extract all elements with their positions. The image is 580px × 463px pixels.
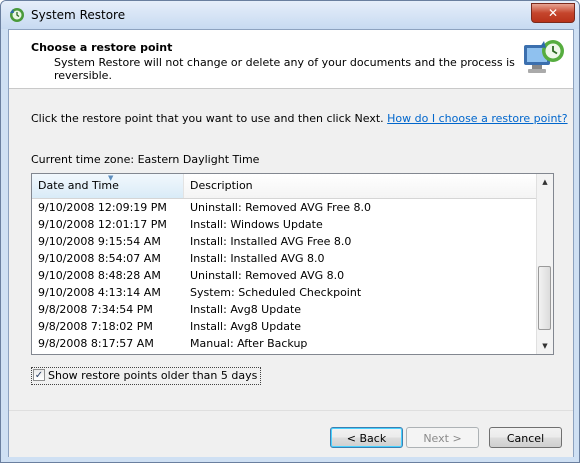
description-cell: Install: Avg8 Update <box>190 320 302 333</box>
window-title: System Restore <box>31 8 126 22</box>
system-restore-window: System Restore ✕ Choose a restore point … <box>0 0 580 463</box>
restore-computer-icon <box>524 40 564 73</box>
table-row[interactable]: 9/10/2008 8:54:07 AM Install: Installed A… <box>32 250 537 267</box>
date-cell: 9/8/2008 7:18:02 PM <box>38 320 153 333</box>
show-older-label[interactable]: Show restore points older than 5 days <box>48 368 257 383</box>
date-cell: 9/10/2008 9:15:54 AM <box>38 235 161 248</box>
scroll-up-arrow-icon[interactable]: ▲ <box>537 174 553 190</box>
description-cell: Uninstall: Removed AVG 8.0 <box>190 269 345 282</box>
cancel-button[interactable]: Cancel <box>489 427 562 448</box>
back-button[interactable]: < Back <box>330 427 403 448</box>
description-cell: System: Scheduled Checkpoint <box>190 286 362 299</box>
dialog-header: Choose a restore point System Restore wi… <box>9 30 573 89</box>
sort-indicator-icon: ▼ <box>108 174 114 182</box>
title-bar[interactable]: System Restore ✕ <box>1 1 579 29</box>
scrollbar-thumb[interactable] <box>538 266 551 330</box>
date-cell: 9/10/2008 4:13:14 AM <box>38 286 161 299</box>
table-row[interactable]: 9/10/2008 8:48:28 AM Uninstall: Removed A… <box>32 267 537 284</box>
list-header: ▼ Date and Time Description <box>32 174 537 199</box>
table-row[interactable]: 9/8/2008 7:18:02 PM Install: Avg8 Update <box>32 318 537 335</box>
date-cell: 9/8/2008 7:34:54 PM <box>38 303 153 316</box>
date-cell: 9/8/2008 8:17:57 AM <box>38 337 154 350</box>
scroll-down-arrow-icon[interactable]: ▼ <box>537 338 553 354</box>
page-title: Choose a restore point <box>31 41 173 54</box>
timezone-label: Current time zone: Eastern Daylight Time <box>31 153 260 166</box>
dialog-content: Choose a restore point System Restore wi… <box>8 29 574 457</box>
help-link[interactable]: How do I choose a restore point? <box>387 112 567 125</box>
table-row[interactable]: 9/8/2008 7:34:54 PM Install: Avg8 Update <box>32 301 537 318</box>
vertical-scrollbar[interactable]: ▲ ▼ <box>536 174 553 354</box>
close-button[interactable]: ✕ <box>531 3 575 23</box>
dialog-footer: < Back Next > Cancel <box>9 410 573 457</box>
show-older-checkbox-row[interactable]: ✓ Show restore points older than 5 days <box>31 367 262 385</box>
description-cell: Uninstall: Removed AVG Free 8.0 <box>190 201 371 214</box>
date-cell: 9/10/2008 8:48:28 AM <box>38 269 161 282</box>
table-row[interactable]: 9/8/2008 8:17:57 AM Manual: After Backup <box>32 335 537 352</box>
page-subtitle: System Restore will not change or delete… <box>54 56 515 82</box>
column-header-description-label: Description <box>190 179 253 192</box>
description-cell: Install: Installed AVG 8.0 <box>190 252 325 265</box>
description-cell: Install: Windows Update <box>190 218 323 231</box>
date-cell: 9/10/2008 12:01:17 PM <box>38 218 167 231</box>
date-cell: 9/10/2008 12:09:19 PM <box>38 201 167 214</box>
list-rows: 9/10/2008 12:09:19 PM Uninstall: Removed … <box>32 199 537 352</box>
description-cell: Install: Installed AVG Free 8.0 <box>190 235 352 248</box>
column-header-date-label: Date and Time <box>38 179 119 192</box>
instruction-label: Click the restore point that you want to… <box>31 112 384 125</box>
table-row[interactable]: 9/10/2008 12:09:19 PM Uninstall: Removed … <box>32 199 537 216</box>
column-header-description[interactable]: Description <box>184 174 537 198</box>
column-header-date[interactable]: ▼ Date and Time <box>32 174 184 198</box>
table-row[interactable]: 9/10/2008 9:15:54 AM Install: Installed A… <box>32 233 537 250</box>
table-row[interactable]: 9/10/2008 4:13:14 AM System: Scheduled Ch… <box>32 284 537 301</box>
next-button[interactable]: Next > <box>406 427 479 448</box>
table-row[interactable]: 9/10/2008 12:01:17 PM Install: Windows Up… <box>32 216 537 233</box>
instruction-text: Click the restore point that you want to… <box>31 112 568 125</box>
date-cell: 9/10/2008 8:54:07 AM <box>38 252 161 265</box>
description-cell: Manual: After Backup <box>190 337 308 350</box>
system-restore-icon <box>10 8 24 22</box>
restore-points-list[interactable]: ▼ Date and Time Description 9/10/2008 12… <box>31 173 554 355</box>
show-older-checkbox[interactable]: ✓ <box>33 369 45 381</box>
description-cell: Install: Avg8 Update <box>190 303 302 316</box>
